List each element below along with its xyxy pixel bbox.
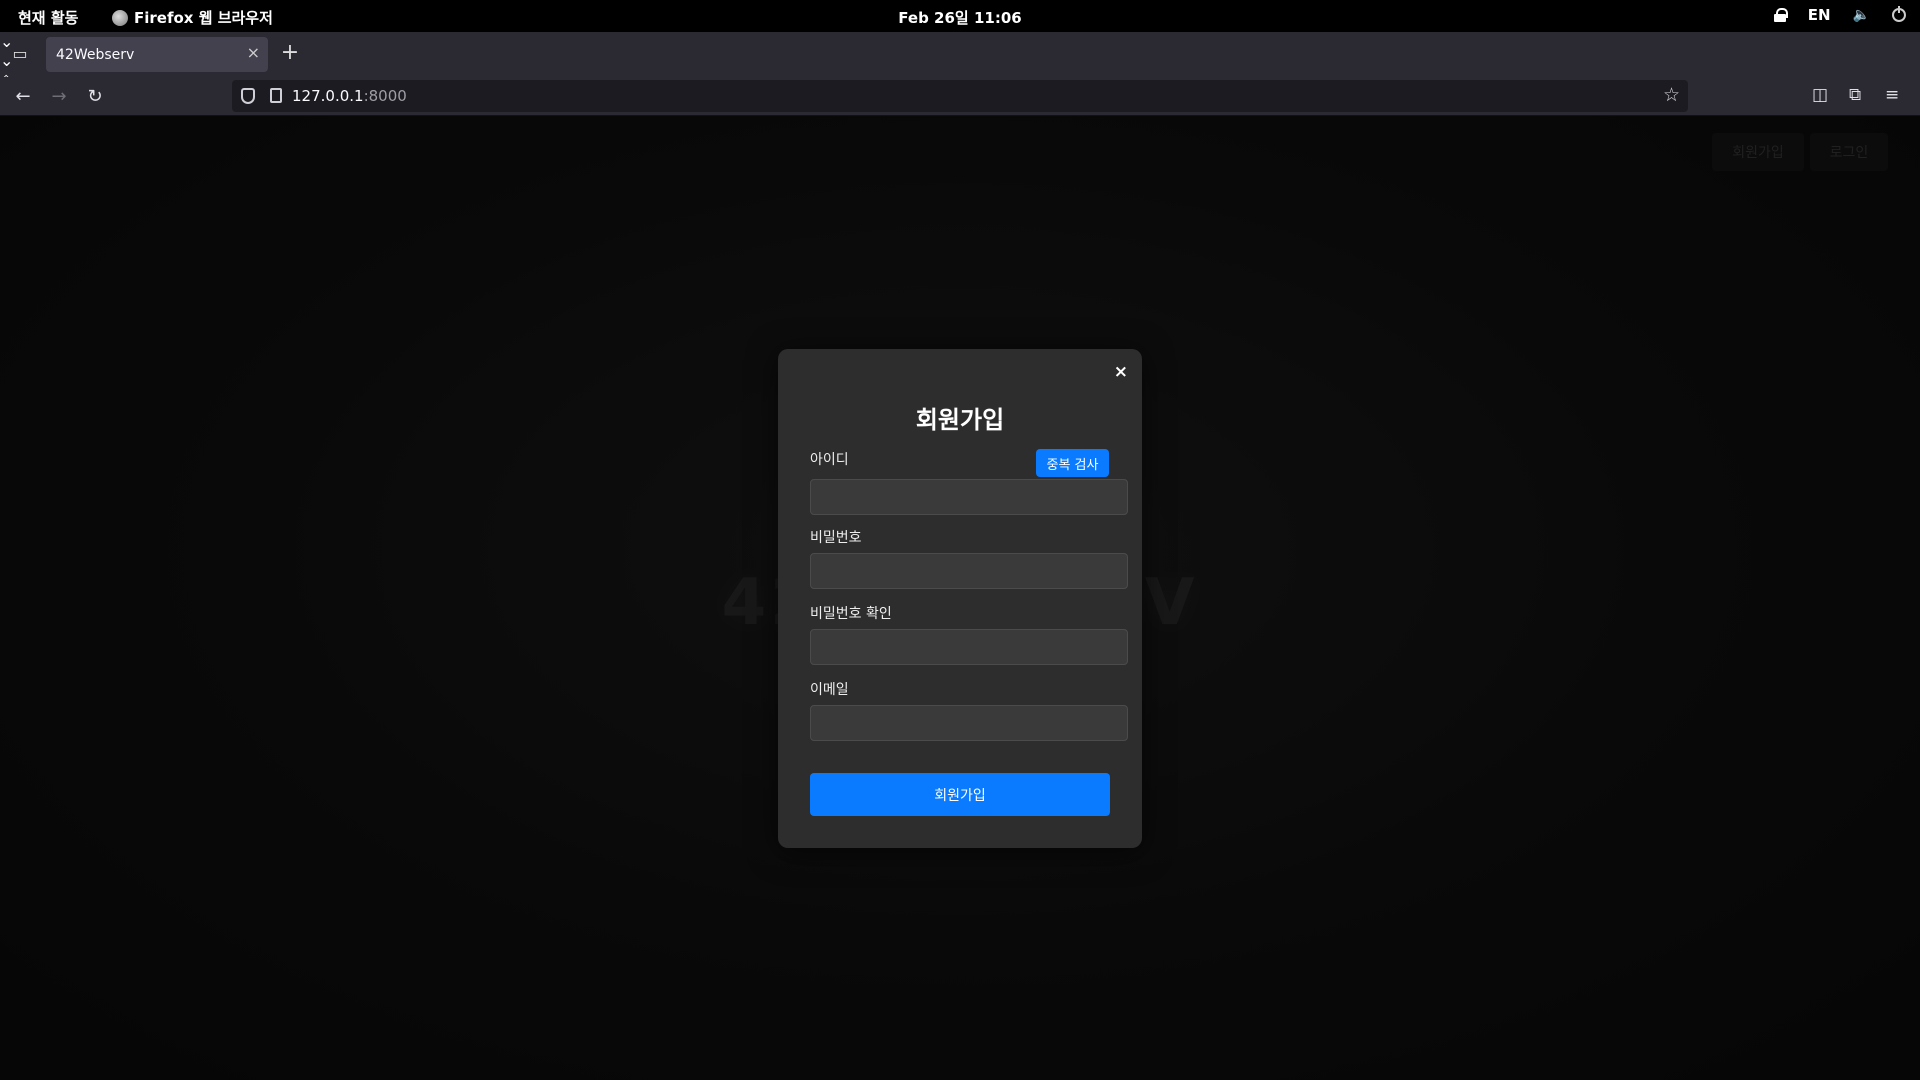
tab-bar: ▭ 42Webserv × + ⌄ ⌄ ◇ × (0, 32, 1920, 103)
bookmark-star-icon[interactable]: ☆ (1663, 84, 1680, 106)
app-menu-label: Firefox 웹 브라우저 (134, 9, 273, 27)
pocket-icon[interactable]: ◫ (1812, 85, 1828, 105)
navigation-toolbar: ← → ↻ 127.0.0.1:8000 ☆ ◫ ⧉ ≡ (0, 77, 1920, 116)
signup-submit-button[interactable]: 회원가입 (810, 773, 1110, 816)
url-text[interactable]: 127.0.0.1:8000 (292, 87, 407, 105)
volume-icon: 🔈 (1852, 7, 1870, 23)
password-confirm-input[interactable] (810, 629, 1128, 665)
email-input[interactable] (810, 705, 1128, 741)
firefox-view-icon[interactable]: ▭ (10, 44, 30, 64)
page-content: 42WEBSERV 회원가입 로그인 × 회원가입 아이디 중복 검사 비밀번호… (0, 116, 1920, 1080)
back-icon[interactable]: ← (12, 86, 34, 108)
system-top-bar: 현재 활동 Firefox 웹 브라우저 Feb 26일 11:06 EN 🔈 (0, 0, 1920, 32)
page-info-icon[interactable] (270, 88, 282, 103)
password-input[interactable] (810, 553, 1128, 589)
system-tray[interactable]: EN 🔈 (1773, 6, 1906, 24)
menu-icon[interactable]: ≡ (1885, 85, 1899, 105)
modal-title: 회원가입 (915, 406, 1005, 434)
reload-icon[interactable]: ↻ (84, 86, 106, 108)
password-label: 비밀번호 (810, 530, 862, 546)
input-method-indicator[interactable]: EN (1808, 6, 1831, 24)
tab-title: 42Webserv (56, 46, 135, 63)
username-input[interactable] (810, 479, 1128, 515)
duplicate-check-button[interactable]: 중복 검사 (1036, 449, 1109, 477)
firefox-icon (112, 9, 128, 26)
address-bar[interactable]: 127.0.0.1:8000 ☆ (232, 80, 1688, 112)
email-label: 이메일 (810, 682, 849, 698)
username-label: 아이디 (810, 452, 849, 468)
lock-icon (1773, 8, 1788, 22)
tab-42webserv[interactable]: 42Webserv × (46, 37, 268, 72)
clock[interactable]: Feb 26일 11:06 (898, 9, 1021, 27)
signup-modal: × 회원가입 아이디 중복 검사 비밀번호 비밀번호 확인 이메일 회원가입 (778, 349, 1142, 848)
tracking-protection-icon[interactable] (241, 88, 255, 104)
modal-close-icon[interactable]: × (1114, 364, 1128, 381)
new-tab-button[interactable]: + (280, 42, 300, 66)
power-icon (1892, 6, 1906, 22)
activities-button[interactable]: 현재 활동 (18, 7, 78, 28)
forward-icon[interactable]: → (48, 86, 70, 108)
tab-close-icon[interactable]: × (247, 43, 260, 62)
app-menu[interactable]: Firefox 웹 브라우저 (112, 7, 273, 28)
password-confirm-label: 비밀번호 확인 (810, 606, 892, 622)
extensions-icon[interactable]: ⧉ (1849, 85, 1861, 105)
